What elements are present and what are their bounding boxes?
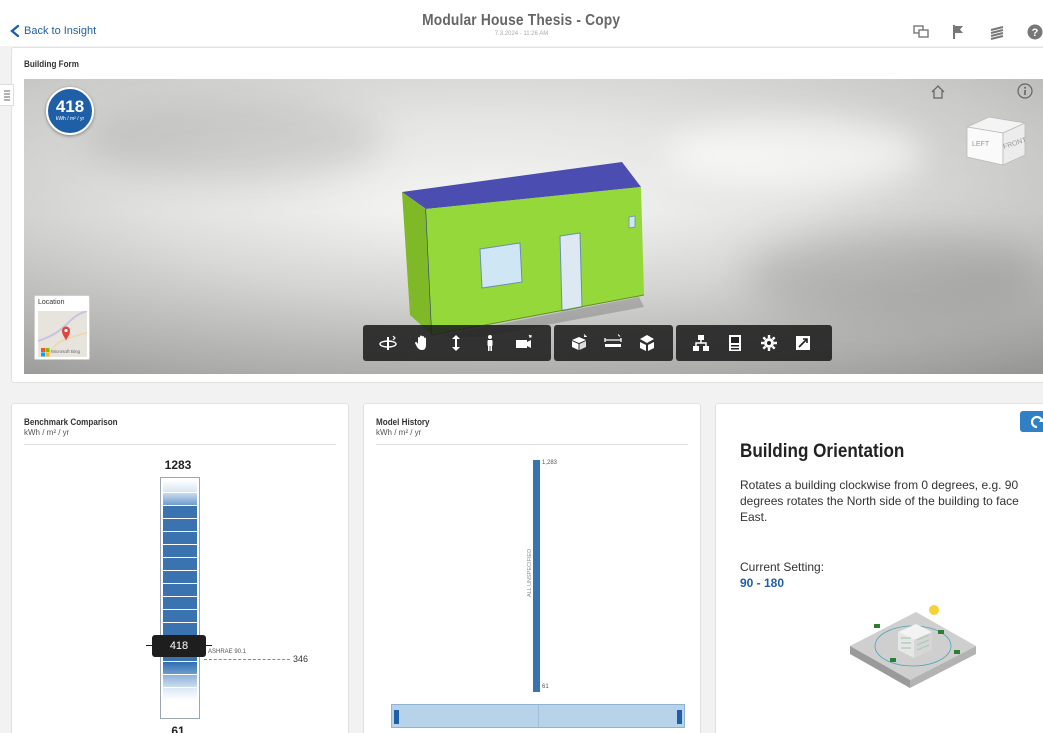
benchmark-card: Benchmark Comparison kWh / m² / yr 1283 …	[11, 403, 349, 733]
page-subtitle: 7.3.2024 - 11:26 AM	[494, 31, 549, 37]
benchmark-scale-segment	[163, 623, 197, 635]
benchmark-scale-segment	[163, 610, 197, 622]
benchmark-scale-bar	[160, 477, 200, 719]
list-icon	[3, 90, 10, 101]
settings-toolbar	[676, 325, 832, 361]
orientation-description: Rotates a building clockwise from 0 degr…	[740, 478, 1019, 524]
benchmark-scale-segment	[163, 532, 197, 544]
home-view-icon[interactable]	[930, 84, 946, 100]
orientation-card: Building Orientation Rotates a building …	[715, 403, 1043, 733]
history-top-label: 1,283	[542, 460, 558, 466]
benchmark-scale-segment	[163, 506, 197, 518]
compare-icon[interactable]	[913, 24, 929, 40]
ashrae-value: 346	[293, 654, 309, 664]
history-bar-label: ALL UNSPECIFIED	[527, 548, 533, 598]
fullscreen-icon[interactable]	[786, 325, 820, 361]
building-form-panel: Building Form 418 kWh / m² / yr LEFT FRO…	[11, 47, 1043, 383]
benchmark-current-marker: 418	[152, 635, 206, 657]
eui-unit: kWh / m² / yr	[55, 116, 85, 122]
help-icon[interactable]: ?	[1027, 24, 1043, 40]
pan-icon[interactable]	[405, 325, 439, 361]
current-setting-label: Current Setting:	[740, 560, 825, 574]
header-actions: ?	[913, 24, 1043, 40]
benchmark-scale-segment	[163, 662, 197, 674]
title-block: Modular House Thesis - Copy 7.3.2024 - 1…	[0, 12, 1043, 37]
3d-viewport[interactable]: 418 kWh / m² / yr LEFT FRONT Location Mi…	[24, 79, 1043, 374]
side-panel-handle[interactable]	[0, 84, 14, 106]
walk-icon[interactable]	[473, 325, 507, 361]
benchmark-scale-segment	[163, 480, 197, 492]
benchmark-scale-segment	[163, 519, 197, 531]
flag-icon[interactable]	[951, 24, 967, 40]
app-header: Back to Insight Modular House Thesis - C…	[0, 0, 1043, 46]
slider-right-handle[interactable]	[677, 710, 682, 724]
house-model[interactable]	[384, 157, 644, 337]
current-setting-value: 90 - 180	[740, 576, 785, 590]
measure-icon[interactable]	[596, 325, 630, 361]
location-widget[interactable]: Location Microsoft Bing	[34, 295, 90, 360]
history-bottom-label: 61	[542, 684, 549, 690]
properties-icon[interactable]	[718, 325, 752, 361]
navigation-toolbar	[363, 325, 551, 361]
history-bar[interactable]	[533, 460, 540, 692]
benchmark-scale-segment	[163, 688, 197, 700]
orientation-action-button[interactable]	[1020, 411, 1043, 432]
orientation-illustration	[850, 605, 976, 688]
info-icon[interactable]	[1017, 83, 1033, 99]
model-history-title: Model History	[376, 417, 430, 427]
rotate-icon	[1030, 415, 1043, 428]
orbit-icon[interactable]	[371, 325, 405, 361]
settings-icon[interactable]	[752, 325, 786, 361]
benchmark-scale-segment	[163, 675, 197, 687]
benchmark-scale-segment	[163, 597, 197, 609]
benchmark-scale-segment	[163, 545, 197, 557]
viewcube-left-label: LEFT	[972, 141, 990, 148]
model-history-card: Model History kWh / m² / yr 1,283 61 ALL…	[363, 403, 701, 733]
explode-icon[interactable]	[630, 325, 664, 361]
model-icon[interactable]	[562, 325, 596, 361]
orientation-title: Building Orientation	[740, 441, 905, 462]
structure-icon[interactable]	[684, 325, 718, 361]
building-form-title: Building Form	[24, 59, 79, 69]
zoom-icon[interactable]	[439, 325, 473, 361]
model-toolbar	[554, 325, 673, 361]
slider-left-handle[interactable]	[394, 710, 399, 724]
benchmark-scale-segment	[163, 558, 197, 570]
location-label: Location	[38, 299, 65, 306]
map-brand: Microsoft Bing	[51, 349, 81, 354]
ashrae-line	[204, 659, 290, 660]
layers-icon[interactable]	[989, 24, 1005, 40]
eui-badge: 418 kWh / m² / yr	[46, 87, 94, 135]
location-map: Microsoft Bing	[38, 311, 87, 357]
page-title: Modular House Thesis - Copy	[422, 12, 621, 29]
benchmark-max: 1283	[164, 458, 192, 472]
svg-text:?: ?	[1032, 27, 1039, 39]
benchmark-scale-segment	[163, 571, 197, 583]
viewcube[interactable]: LEFT FRONT	[959, 109, 1029, 175]
benchmark-scale-segment	[163, 584, 197, 596]
ashrae-label: ASHRAE 90.1	[208, 649, 247, 655]
benchmark-min: 61	[171, 724, 185, 733]
benchmark-scale-segment	[163, 493, 197, 505]
benchmark-units: kWh / m² / yr	[24, 428, 70, 437]
benchmark-title: Benchmark Comparison	[24, 417, 118, 427]
eui-value: 418	[55, 97, 85, 116]
camera-icon[interactable]	[507, 325, 541, 361]
history-range-slider[interactable]	[391, 704, 685, 728]
model-history-units: kWh / m² / yr	[376, 428, 422, 437]
